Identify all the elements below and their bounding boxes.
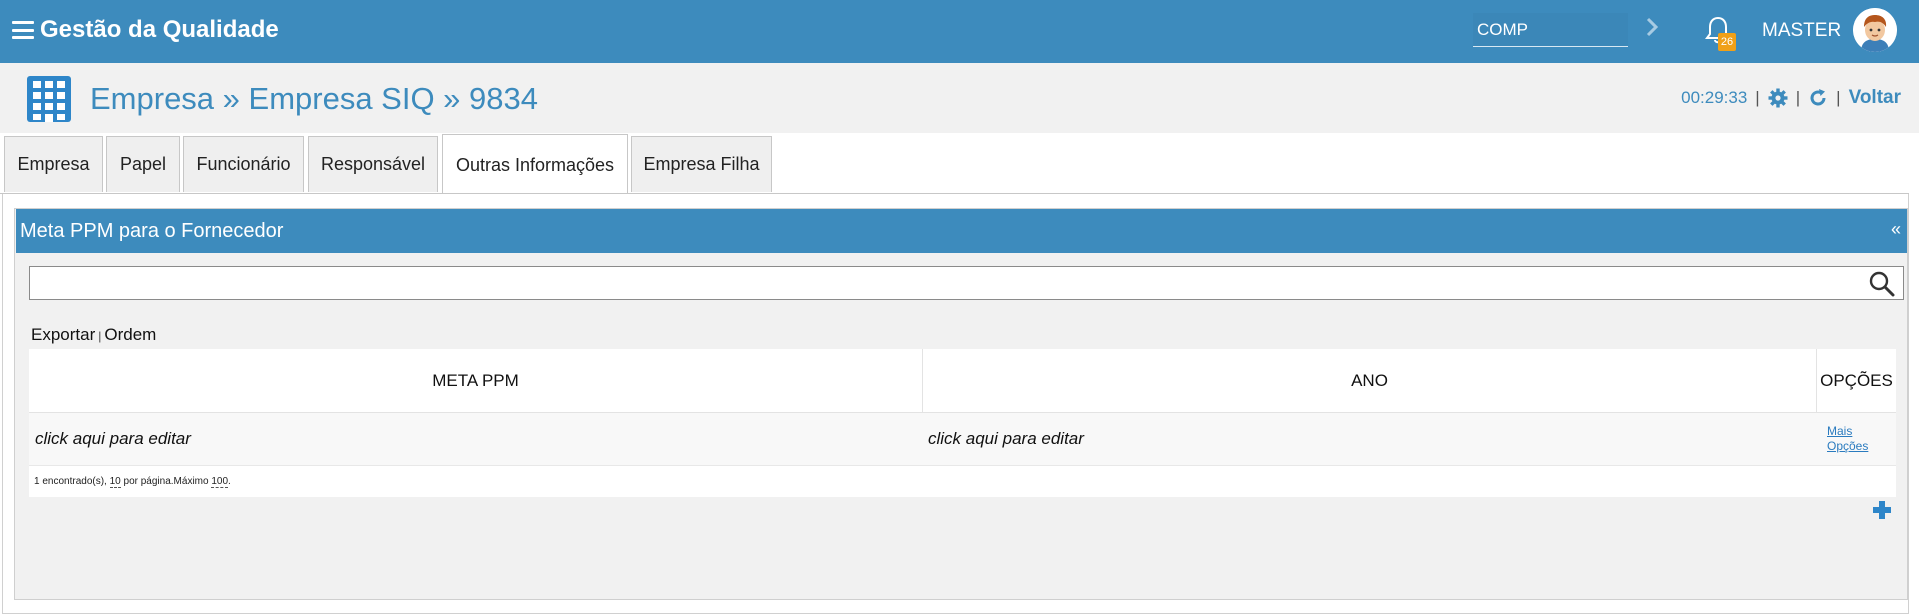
section-header: Meta PPM para o Fornecedor « (16, 209, 1907, 253)
header-actions: 00:29:33 | | | Voltar (1681, 87, 1901, 109)
refresh-icon[interactable] (1808, 88, 1828, 108)
separator: | (1755, 88, 1760, 107)
menu-icon[interactable] (12, 21, 34, 39)
separator: | (1836, 88, 1841, 107)
column-header-meta-ppm[interactable]: META PPM (29, 349, 922, 412)
tab-outras-informacoes[interactable]: Outras Informações (442, 134, 628, 195)
per-page-value[interactable]: 10 (109, 476, 121, 488)
tab-papel[interactable]: Papel (106, 136, 180, 192)
page-title: Empresa » Empresa SIQ » 9834 (90, 81, 539, 116)
tab-responsavel[interactable]: Responsável (308, 136, 438, 192)
table-row: click aqui para editar click aqui para e… (29, 413, 1896, 466)
collapse-button[interactable]: « (1891, 219, 1901, 240)
column-header-opcoes: OPÇÕES (1820, 371, 1893, 390)
found-count: 1 encontrado(s), (34, 476, 107, 487)
tab-empresa[interactable]: Empresa (4, 136, 103, 192)
app-title: Gestão da Qualidade (40, 16, 279, 43)
page-header: Empresa » Empresa SIQ » 9834 00:29:33 | … (0, 63, 1919, 133)
tab-funcionario[interactable]: Funcionário (183, 136, 304, 192)
tab-bar: Empresa Papel Funcionário Responsável Ou… (0, 133, 1919, 195)
max-value[interactable]: 100 (211, 476, 229, 488)
link-separator: | (98, 329, 102, 343)
footer-end: . (228, 476, 231, 487)
tab-empresa-filha[interactable]: Empresa Filha (631, 136, 772, 192)
cell-ano[interactable]: click aqui para editar (928, 413, 1084, 465)
grid-footer: 1 encontrado(s), 10 por página.Máximo 10… (29, 466, 1896, 497)
notification-badge: 26 (1718, 33, 1736, 51)
grid-header: META PPM ANO OPÇÕES (29, 349, 1896, 413)
search-icon[interactable] (1869, 271, 1895, 297)
top-bar: Gestão da Qualidade 26 MASTER (0, 0, 1919, 63)
company-input[interactable] (1473, 13, 1628, 47)
search-input[interactable] (29, 266, 1904, 300)
avatar[interactable] (1853, 8, 1897, 52)
session-timer: 00:29:33 (1681, 88, 1748, 107)
order-link[interactable]: Ordem (104, 325, 156, 344)
more-options-link[interactable]: Mais Opções (1827, 424, 1868, 454)
more-options-label-1: Mais (1827, 424, 1853, 438)
export-link[interactable]: Exportar (31, 325, 95, 344)
chevron-right-icon[interactable] (1645, 16, 1659, 44)
gear-icon[interactable] (1768, 88, 1788, 108)
building-icon (26, 75, 72, 123)
cell-meta-ppm[interactable]: click aqui para editar (35, 413, 191, 465)
user-name[interactable]: MASTER (1762, 20, 1841, 42)
column-header-ano[interactable]: ANO (923, 349, 1816, 412)
separator: | (1795, 88, 1801, 107)
section-title: Meta PPM para o Fornecedor (20, 220, 284, 242)
more-options-label-2: Opções (1827, 439, 1869, 453)
back-link[interactable]: Voltar (1849, 87, 1901, 109)
data-grid: META PPM ANO OPÇÕES click aqui para edit… (29, 349, 1896, 497)
plus-icon[interactable] (1871, 499, 1893, 521)
per-page-label: por página.Máximo (123, 476, 209, 487)
grid-actions: Exportar | Ordem (31, 325, 156, 345)
